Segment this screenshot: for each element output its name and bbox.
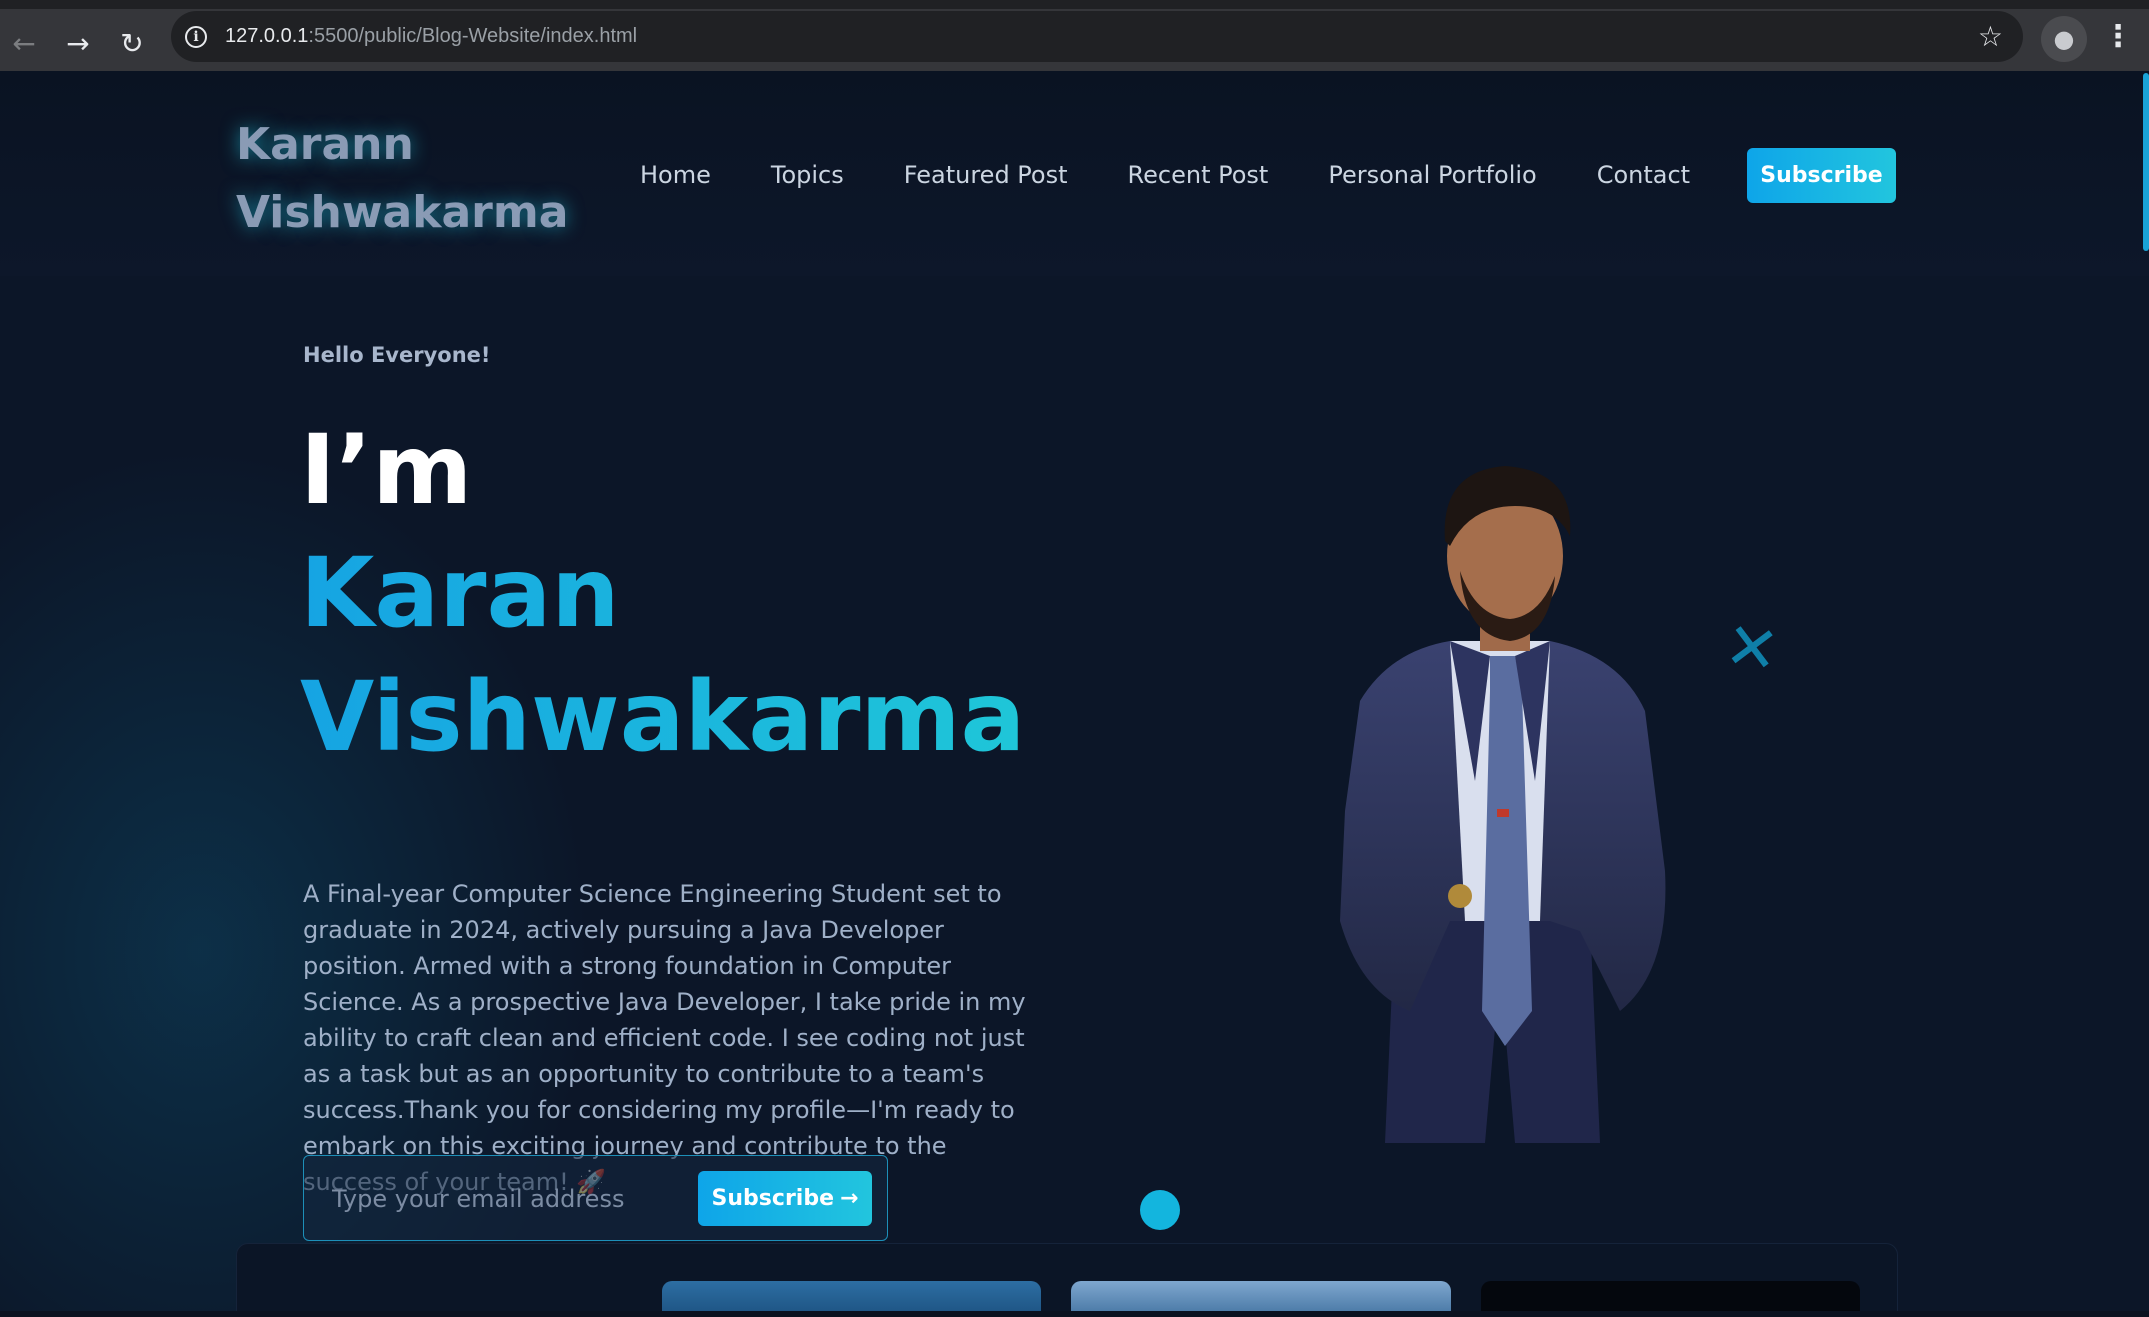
nav-topics[interactable]: Topics bbox=[771, 161, 844, 189]
site-logo[interactable]: Karann Vishwakarma bbox=[236, 111, 576, 247]
main-nav: Home Topics Featured Post Recent Post Pe… bbox=[640, 161, 1750, 189]
hero-name-line-2: Vishwakarma bbox=[300, 661, 1026, 773]
hero-subscribe-button[interactable]: Subscribe → bbox=[698, 1171, 872, 1226]
hero-im: I’m bbox=[300, 414, 473, 526]
nav-personal-portfolio[interactable]: Personal Portfolio bbox=[1328, 161, 1536, 189]
arrow-right-icon: → bbox=[840, 1186, 859, 1211]
url-text: 127.0.0.1:5500/public/Blog-Website/index… bbox=[225, 25, 638, 47]
hero-subscribe-label: Subscribe bbox=[711, 1186, 834, 1211]
decor-cross-icon: ✕ bbox=[1720, 608, 1784, 690]
address-bar[interactable]: i 127.0.0.1:5500/public/Blog-Website/ind… bbox=[171, 11, 2023, 62]
hero-name: Karan Vishwakarma bbox=[300, 531, 1025, 779]
logo-line-2: Vishwakarma bbox=[236, 187, 569, 238]
newsletter-form: Subscribe → bbox=[303, 1155, 888, 1241]
blog-page: Karann Vishwakarma Home Topics Featured … bbox=[0, 71, 2149, 1311]
post-thumbnail[interactable] bbox=[662, 1281, 1041, 1311]
email-input[interactable] bbox=[332, 1176, 682, 1222]
nav-home[interactable]: Home bbox=[640, 161, 711, 189]
post-thumbnail[interactable] bbox=[1071, 1281, 1451, 1311]
nav-recent-post[interactable]: Recent Post bbox=[1128, 161, 1269, 189]
reload-icon[interactable]: ↻ bbox=[110, 21, 154, 65]
hero-greeting: Hello Everyone! bbox=[303, 343, 491, 367]
header-subscribe-button[interactable]: Subscribe bbox=[1747, 148, 1896, 203]
hero-name-line-1: Karan bbox=[300, 537, 620, 649]
profile-photo bbox=[1340, 466, 1666, 1143]
nav-contact[interactable]: Contact bbox=[1597, 161, 1690, 189]
back-arrow-icon[interactable]: ← bbox=[2, 21, 46, 65]
nav-featured-post[interactable]: Featured Post bbox=[904, 161, 1068, 189]
profile-icon[interactable]: ● bbox=[2041, 16, 2087, 62]
forward-arrow-icon[interactable]: → bbox=[56, 21, 100, 65]
bookmark-star-icon[interactable]: ☆ bbox=[1978, 20, 2003, 53]
logo-line-1: Karann bbox=[236, 119, 414, 170]
kebab-menu-icon[interactable]: ⋮ bbox=[2103, 19, 2133, 59]
hero-bio: A Final-year Computer Science Engineerin… bbox=[303, 880, 1026, 1196]
post-thumbnail[interactable] bbox=[1481, 1281, 1860, 1311]
decor-dot bbox=[1140, 1190, 1180, 1230]
page-scrollbar[interactable] bbox=[2143, 73, 2149, 251]
info-icon[interactable]: i bbox=[185, 25, 207, 48]
browser-toolbar: ← → ↻ i 127.0.0.1:5500/public/Blog-Websi… bbox=[0, 0, 2149, 71]
